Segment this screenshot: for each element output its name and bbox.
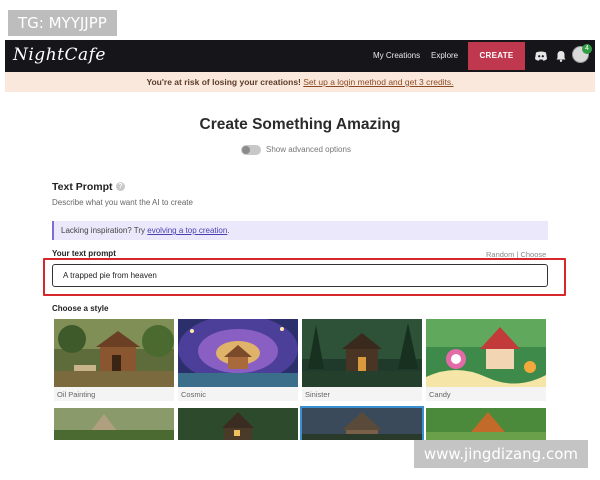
style-name: Cosmic [181, 390, 207, 399]
inspiration-suffix: . [227, 226, 230, 235]
text-prompt-description: Describe what you want the AI to create [52, 198, 193, 207]
text-prompt-heading: Text Prompt [52, 181, 113, 193]
inspiration-banner: Lacking inspiration? Try evolving a top … [52, 221, 548, 240]
style-thumbnail [302, 408, 422, 440]
advanced-options-label[interactable]: Show advanced options [266, 145, 351, 154]
discord-icon[interactable] [533, 48, 549, 64]
style-name: Sinister [305, 390, 331, 399]
style-thumbnail [178, 319, 298, 387]
app-window: NightCafe My Creations Explore CREATE 4 … [5, 40, 595, 440]
style-card-oil-painting[interactable]: Oil Painting [54, 319, 174, 401]
style-thumbnail [54, 408, 174, 440]
style-thumbnail [178, 408, 298, 440]
toggle-knob [242, 146, 250, 154]
navbar: NightCafe My Creations Explore CREATE 4 [5, 40, 595, 72]
style-thumbnail [426, 319, 546, 387]
style-card-sinister[interactable]: Sinister [302, 319, 422, 401]
style-card-cosmic[interactable]: Cosmic [178, 319, 298, 401]
alert-text: You're at risk of losing your creations! [146, 77, 301, 87]
advanced-options-toggle[interactable] [241, 145, 261, 155]
inspiration-prefix: Lacking inspiration? Try [61, 226, 146, 235]
style-card-row2-4[interactable] [426, 408, 546, 440]
nav-my-creations[interactable]: My Creations [373, 51, 420, 60]
style-card-row2-2[interactable] [178, 408, 298, 440]
choose-style-label: Choose a style [52, 304, 109, 313]
watermark-bottom: www.jingdizang.com [413, 440, 588, 468]
notification-badge: 4 [582, 44, 592, 54]
bell-icon[interactable] [553, 48, 569, 64]
nav-explore[interactable]: Explore [431, 51, 458, 60]
login-alert-bar: You're at risk of losing your creations!… [5, 72, 595, 92]
evolve-top-creation-link[interactable]: evolving a top creation [147, 226, 227, 235]
style-card-candy[interactable]: Candy [426, 319, 546, 401]
page-title: Create Something Amazing [199, 116, 401, 133]
create-button[interactable]: CREATE [468, 42, 525, 70]
style-name: Oil Painting [57, 390, 96, 399]
nightcafe-logo[interactable]: NightCafe [13, 45, 106, 65]
style-card-row2-3[interactable] [300, 406, 424, 440]
text-prompt-label: Your text prompt [52, 249, 116, 258]
style-card-row2-1[interactable] [54, 408, 174, 440]
style-name: Candy [429, 390, 451, 399]
style-thumbnail [302, 319, 422, 387]
watermark-top: TG: MYYJJPP [8, 10, 117, 36]
alert-setup-login-link[interactable]: Set up a login method and get 3 credits. [303, 77, 453, 87]
style-thumbnail [54, 319, 174, 387]
annotation-highlight-box [43, 258, 566, 296]
style-thumbnail [426, 408, 546, 440]
help-icon[interactable]: ? [116, 182, 125, 191]
